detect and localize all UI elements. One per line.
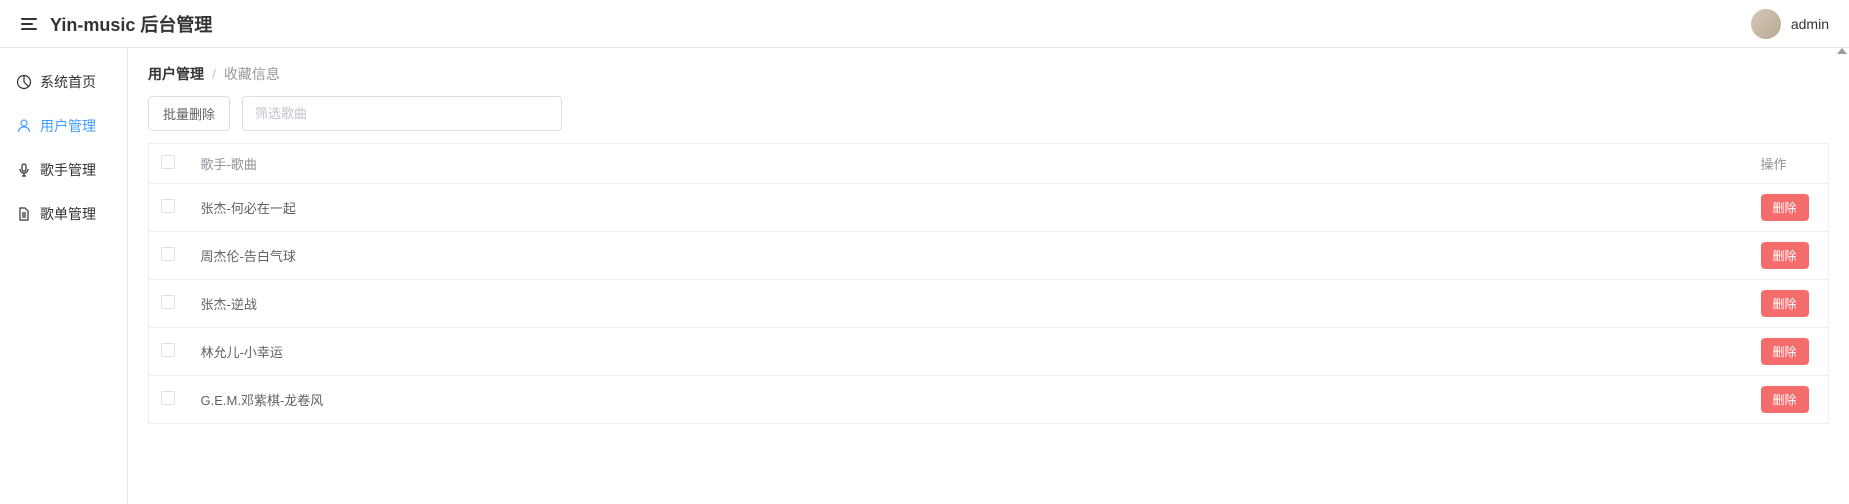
layout: 系统首页 用户管理 歌手管理 歌单管理 用户管理 / 收藏信息 [0,48,1849,504]
breadcrumb: 用户管理 / 收藏信息 [148,64,1829,84]
delete-button[interactable]: 删除 [1761,290,1809,317]
document-icon [16,206,32,222]
sidebar-item-home[interactable]: 系统首页 [0,60,127,104]
td-checkbox [149,280,189,328]
td-song: 林允儿-小幸运 [189,328,1749,376]
header-left: Yin-music 后台管理 [20,11,212,37]
sidebar-item-label: 用户管理 [40,116,96,136]
td-song: 张杰-何必在一起 [189,184,1749,232]
delete-button[interactable]: 删除 [1761,338,1809,365]
td-checkbox [149,232,189,280]
table-row: 周杰伦-告白气球 删除 [149,232,1829,280]
batch-delete-button[interactable]: 批量删除 [148,96,230,131]
td-song: G.E.M.邓紫棋-龙卷风 [189,376,1749,424]
table-row: G.E.M.邓紫棋-龙卷风 删除 [149,376,1829,424]
td-action: 删除 [1749,184,1829,232]
sidebar-item-label: 歌单管理 [40,204,96,224]
row-checkbox[interactable] [161,247,175,261]
header: Yin-music 后台管理 admin [0,0,1849,48]
th-action: 操作 [1749,144,1829,184]
sidebar-item-playlists[interactable]: 歌单管理 [0,192,127,236]
row-checkbox[interactable] [161,199,175,213]
pie-chart-icon [16,74,32,90]
app-title: Yin-music 后台管理 [50,11,212,37]
main-content: 用户管理 / 收藏信息 批量删除 歌手-歌曲 操作 张杰-何必在一起 删除 周杰… [128,48,1849,504]
sidebar-item-label: 歌手管理 [40,160,96,180]
delete-button[interactable]: 删除 [1761,386,1809,413]
td-action: 删除 [1749,232,1829,280]
table-row: 张杰-何必在一起 删除 [149,184,1829,232]
td-action: 删除 [1749,376,1829,424]
mic-icon [16,162,32,178]
select-all-checkbox[interactable] [161,155,175,169]
td-song: 周杰伦-告白气球 [189,232,1749,280]
sidebar-item-users[interactable]: 用户管理 [0,104,127,148]
avatar[interactable] [1751,9,1781,39]
breadcrumb-main[interactable]: 用户管理 [148,64,204,84]
row-checkbox[interactable] [161,343,175,357]
td-action: 删除 [1749,280,1829,328]
delete-button[interactable]: 删除 [1761,242,1809,269]
header-right: admin [1751,9,1829,39]
table-header-row: 歌手-歌曲 操作 [149,144,1829,184]
td-checkbox [149,328,189,376]
breadcrumb-sub: 收藏信息 [224,64,280,84]
th-checkbox [149,144,189,184]
scroll-up-icon[interactable] [1837,48,1847,54]
table-row: 林允儿-小幸运 删除 [149,328,1829,376]
filter-input[interactable] [242,96,562,131]
sidebar: 系统首页 用户管理 歌手管理 歌单管理 [0,48,128,504]
table-row: 张杰-逆战 删除 [149,280,1829,328]
row-checkbox[interactable] [161,295,175,309]
username[interactable]: admin [1791,16,1829,32]
delete-button[interactable]: 删除 [1761,194,1809,221]
sidebar-item-label: 系统首页 [40,72,96,92]
user-icon [16,118,32,134]
td-song: 张杰-逆战 [189,280,1749,328]
sidebar-item-singers[interactable]: 歌手管理 [0,148,127,192]
th-song: 歌手-歌曲 [189,144,1749,184]
menu-toggle-icon[interactable] [20,15,38,33]
song-table: 歌手-歌曲 操作 张杰-何必在一起 删除 周杰伦-告白气球 删除 张杰-逆战 删… [148,143,1829,424]
row-checkbox[interactable] [161,391,175,405]
td-action: 删除 [1749,328,1829,376]
toolbar: 批量删除 [148,96,1829,131]
breadcrumb-separator: / [212,66,216,82]
td-checkbox [149,376,189,424]
td-checkbox [149,184,189,232]
